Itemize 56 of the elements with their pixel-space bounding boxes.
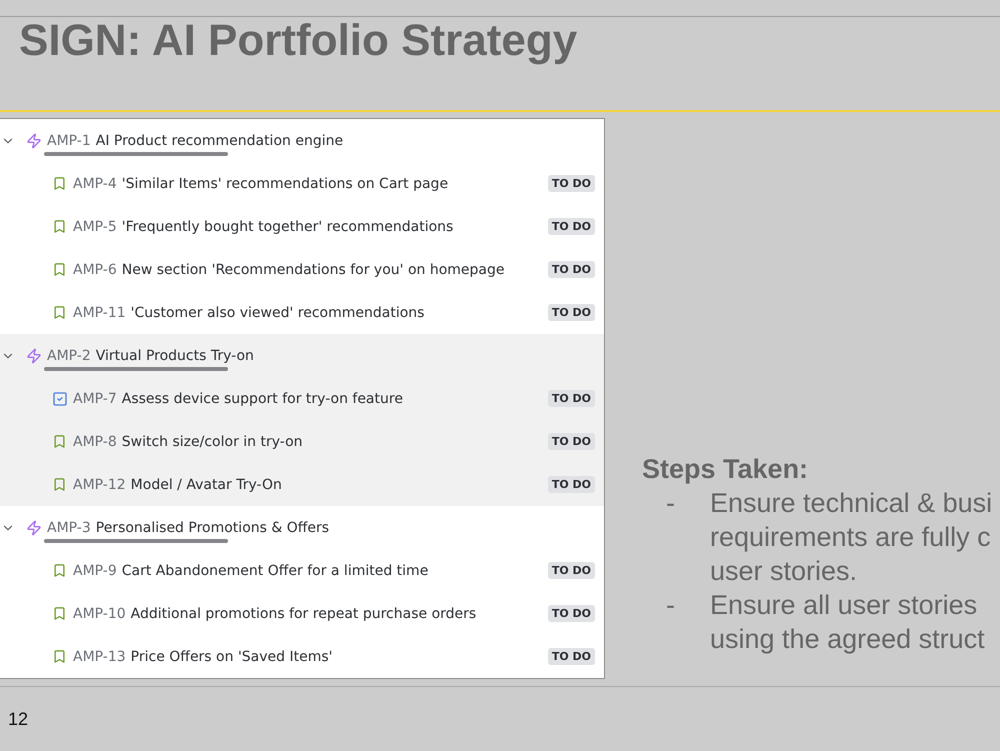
- issue-summary[interactable]: 'Similar Items' recommendations on Cart page: [122, 176, 448, 192]
- issue-key[interactable]: AMP-8: [73, 434, 117, 450]
- status-badge: TO DO: [548, 390, 595, 407]
- bookmark-icon: [52, 176, 67, 191]
- bullet-text: Ensure technical & busi requirements are fully c user stories.: [710, 487, 994, 588]
- issue-summary[interactable]: Personalised Promotions & Offers: [96, 520, 330, 536]
- status-badge: TO DO: [548, 433, 595, 450]
- issue-summary[interactable]: 'Customer also viewed' recommendations: [130, 304, 424, 320]
- issue-key[interactable]: AMP-1: [47, 132, 91, 148]
- status-badge: TO DO: [548, 562, 595, 579]
- issue-key[interactable]: AMP-4: [73, 176, 117, 192]
- lightning-icon: [26, 348, 42, 364]
- lightning-icon: [26, 132, 42, 148]
- issue-summary[interactable]: AI Product recommendation engine: [96, 132, 344, 148]
- issue-key[interactable]: AMP-12: [73, 476, 126, 492]
- bookmark-icon: [52, 649, 67, 664]
- issue-key[interactable]: AMP-9: [73, 562, 117, 578]
- issue-key[interactable]: AMP-13: [73, 648, 126, 664]
- status-badge: TO DO: [548, 261, 595, 278]
- status-badge: TO DO: [548, 304, 595, 321]
- issue-summary[interactable]: Switch size/color in try-on: [122, 434, 303, 450]
- lightning-icon: [26, 520, 42, 536]
- issue-summary[interactable]: Model / Avatar Try-On: [130, 476, 282, 492]
- bookmark-icon: [52, 434, 67, 449]
- issue-summary[interactable]: Assess device support for try-on feature: [122, 390, 403, 406]
- status-badge: TO DO: [548, 648, 595, 665]
- status-badge: TO DO: [548, 605, 595, 622]
- issue-key[interactable]: AMP-6: [73, 262, 117, 278]
- bookmark-icon: [52, 563, 67, 578]
- bullet-text: Ensure all user stories using the agreed struct: [710, 589, 986, 656]
- issue-key[interactable]: AMP-5: [73, 218, 117, 234]
- slide-title: SIGN: AI Portfolio Strategy: [18, 17, 578, 67]
- issue-summary[interactable]: Price Offers on 'Saved Items': [130, 648, 333, 664]
- page-number: 12: [7, 708, 30, 730]
- bookmark-icon: [52, 477, 67, 492]
- bookmark-icon: [52, 219, 67, 234]
- issue-key[interactable]: AMP-11: [73, 304, 126, 320]
- bookmark-icon: [52, 305, 67, 320]
- issue-key[interactable]: AMP-3: [47, 520, 91, 536]
- issue-key[interactable]: AMP-7: [73, 390, 117, 406]
- issue-summary[interactable]: Virtual Products Try-on: [96, 348, 254, 364]
- bookmark-icon: [52, 262, 67, 277]
- check-square-icon: [52, 390, 68, 406]
- issue-summary[interactable]: Additional promotions for repeat purchase orders: [130, 606, 476, 622]
- notes-heading: Steps Taken:: [642, 453, 810, 486]
- issue-summary[interactable]: New section 'Recommendations for you' on homepage: [122, 262, 504, 278]
- issue-key[interactable]: AMP-2: [47, 348, 91, 364]
- bookmark-icon: [52, 606, 67, 621]
- status-badge: TO DO: [548, 218, 595, 235]
- issue-summary[interactable]: 'Frequently bought together' recommendations: [122, 218, 454, 234]
- issue-key[interactable]: AMP-10: [73, 606, 126, 622]
- bullet-marker: -: [666, 487, 676, 520]
- status-badge: TO DO: [548, 476, 595, 493]
- status-badge: TO DO: [548, 175, 595, 192]
- bullet-marker: -: [666, 589, 676, 622]
- issue-summary[interactable]: Cart Abandonement Offer for a limited time: [122, 562, 428, 578]
